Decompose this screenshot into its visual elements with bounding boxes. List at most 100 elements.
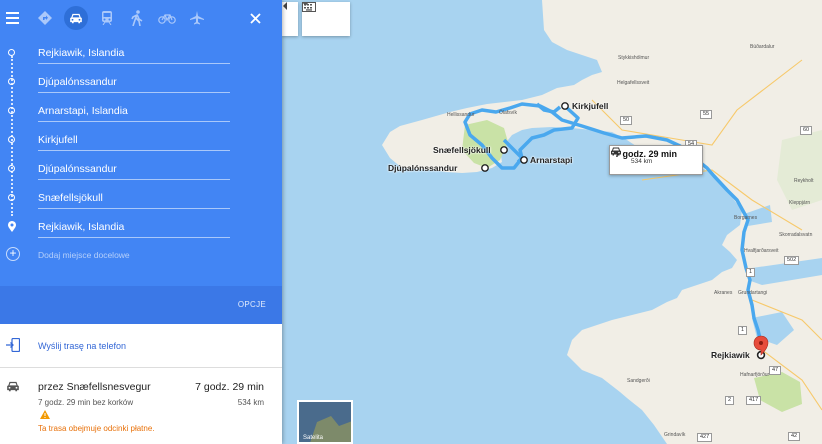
waypoint-marker: [8, 107, 15, 114]
add-destination-row[interactable]: + Dodaj miejsce docelowe: [0, 243, 282, 269]
mode-walking[interactable]: [126, 7, 148, 29]
road-badge: 42: [788, 432, 801, 441]
waypoint-input-2[interactable]: Djúpalónssandur: [38, 71, 230, 93]
send-to-phone-link[interactable]: Wyślij trasę na telefon: [38, 341, 126, 351]
map-canvas[interactable]: Kirkjufell Snæfellsjökull Arnarstapi Djú…: [282, 0, 822, 444]
close-icon: [249, 12, 261, 24]
route-via: przez Snæfellsnesvegur: [38, 381, 151, 393]
waypoint-input-7[interactable]: Rejkiawik, Islandia: [38, 216, 230, 238]
transit-icon: [102, 11, 112, 25]
pin-label-reykjavik: Rejkiawik: [711, 350, 750, 360]
mode-best-route[interactable]: [34, 7, 56, 29]
place-akranes: Akranes: [714, 290, 733, 296]
destination-pin-icon: [8, 221, 16, 232]
place-helgafellssveit: Helgafellssveit: [617, 80, 650, 86]
waypoint-input-6[interactable]: Snæfellsjökull: [38, 187, 230, 209]
mode-cycling[interactable]: [156, 7, 178, 29]
place-grundartangi: Grundartangi: [738, 290, 768, 296]
route-duration-no-traffic: 7 godz. 29 min bez korków: [38, 398, 134, 407]
menu-icon-bar: [6, 12, 19, 14]
input-tools-toolbar[interactable]: [302, 2, 350, 36]
walk-icon: [131, 10, 143, 26]
waypoint-marker: [8, 194, 15, 201]
bike-icon: [158, 14, 176, 24]
waypoint-row: Rejkiawik, Islandia: [0, 212, 282, 241]
travel-mode-bar: [0, 0, 282, 36]
waypoint-row: Djúpalónssandur: [0, 67, 282, 96]
waypoint-row: Rejkiawik, Islandia: [0, 38, 282, 67]
waypoint-marker: [8, 49, 15, 56]
waypoint-marker: [8, 78, 15, 85]
place-klepjarn: Kleppjárn: [789, 200, 811, 206]
chevron-left-icon: [283, 2, 287, 10]
car-icon: [611, 147, 621, 156]
pin-djupalonssandur: [481, 164, 489, 172]
chevron-down-icon[interactable]: [302, 2, 309, 6]
car-icon: [7, 381, 19, 392]
waypoint-input-3[interactable]: Arnarstapi, Islandia: [38, 100, 230, 122]
pin-snaefellsjokull: [500, 146, 508, 154]
road-badge: 1: [746, 268, 756, 277]
options-button[interactable]: OPCJE: [238, 300, 266, 309]
road-badge: 1: [738, 326, 748, 335]
mode-flight[interactable]: [186, 7, 208, 29]
place-hellissandur: Hellissandur: [447, 112, 475, 118]
waypoint-input-4[interactable]: Kirkjufell: [38, 129, 230, 151]
route-option-card[interactable]: przez Snæfellsnesvegur 7 godz. 29 min 7 …: [0, 368, 282, 444]
pin-kirkjufell: [561, 102, 569, 110]
flight-icon: [190, 11, 204, 25]
road-badge: 502: [784, 256, 800, 265]
waypoint-marker: [8, 165, 15, 172]
send-to-phone-row[interactable]: Wyślij trasę na telefon: [0, 324, 282, 368]
place-borgarnes: Borgarnes: [734, 215, 758, 221]
toll-warning: Ta trasa obejmuje odcinki płatne.: [38, 424, 155, 433]
mode-transit[interactable]: [96, 7, 118, 29]
place-skorradal: Skorradalsvatn: [779, 232, 813, 238]
waypoint-row: Kirkjufell: [0, 125, 282, 154]
road-badge: 50: [620, 116, 633, 125]
waypoint-row: Arnarstapi, Islandia: [0, 96, 282, 125]
directions-icon: [38, 11, 52, 25]
waypoint-row: Snæfellsjökull: [0, 183, 282, 212]
pin-label-kirkjufell: Kirkjufell: [572, 101, 609, 111]
road-badge: 55: [700, 110, 713, 119]
place-hafnarfjordur: Hafnarfjörður: [740, 372, 770, 378]
satellite-layer-toggle[interactable]: Satelita: [297, 400, 353, 444]
route-summary-callout[interactable]: 7 godz. 29 min 534 km: [609, 145, 703, 175]
pin-label-snaefellsjokull: Snæfellsjökull: [433, 145, 491, 155]
menu-icon-bar: [6, 22, 19, 24]
collapse-panel-button[interactable]: [282, 2, 298, 36]
send-to-phone-icon: [6, 338, 20, 352]
place-grindavik: Grindavík: [664, 432, 686, 438]
waypoint-marker: [8, 136, 15, 143]
waypoint-input-1[interactable]: Rejkiawik, Islandia: [38, 42, 230, 64]
close-directions-button[interactable]: [246, 9, 264, 27]
place-hvalfjardarsveit: Hvalfjarðarsveit: [744, 248, 779, 254]
road-badge: 47: [769, 366, 782, 375]
mode-driving[interactable]: [64, 6, 88, 30]
menu-icon-bar: [6, 17, 19, 19]
directions-header: Rejkiawik, Islandia Djúpalónssandur Arna…: [0, 0, 282, 324]
waypoint-row: Djúpalónssandur: [0, 154, 282, 183]
add-destination-label: Dodaj miejsce docelowe: [38, 250, 130, 260]
waypoint-list: Rejkiawik, Islandia Djúpalónssandur Arna…: [0, 38, 282, 241]
route-callout-distance: 534 km: [631, 158, 653, 165]
pin-label-djupalonssandur: Djúpalónssandur: [388, 163, 458, 173]
menu-button[interactable]: [6, 8, 26, 28]
route-distance: 534 km: [237, 398, 264, 407]
road-badge: 2: [725, 396, 735, 405]
pin-label-arnarstapi: Arnarstapi: [530, 155, 573, 165]
route-duration: 7 godz. 29 min: [195, 381, 264, 393]
road-badge: 427: [697, 433, 713, 442]
satellite-label: Satelita: [303, 435, 324, 441]
waypoint-input-5[interactable]: Djúpalónssandur: [38, 158, 230, 180]
warning-icon: [40, 410, 50, 419]
car-icon: [70, 13, 82, 24]
road-badge: 417: [746, 396, 762, 405]
add-icon: +: [6, 247, 20, 261]
directions-panel: Rejkiawik, Islandia Djúpalónssandur Arna…: [0, 0, 282, 444]
place-budardalur: Búðardalur: [750, 44, 775, 50]
options-bar: OPCJE: [0, 286, 282, 324]
pin-arnarstapi: [520, 156, 528, 164]
place-stykkisholmur: Stykkishólmur: [618, 55, 650, 61]
